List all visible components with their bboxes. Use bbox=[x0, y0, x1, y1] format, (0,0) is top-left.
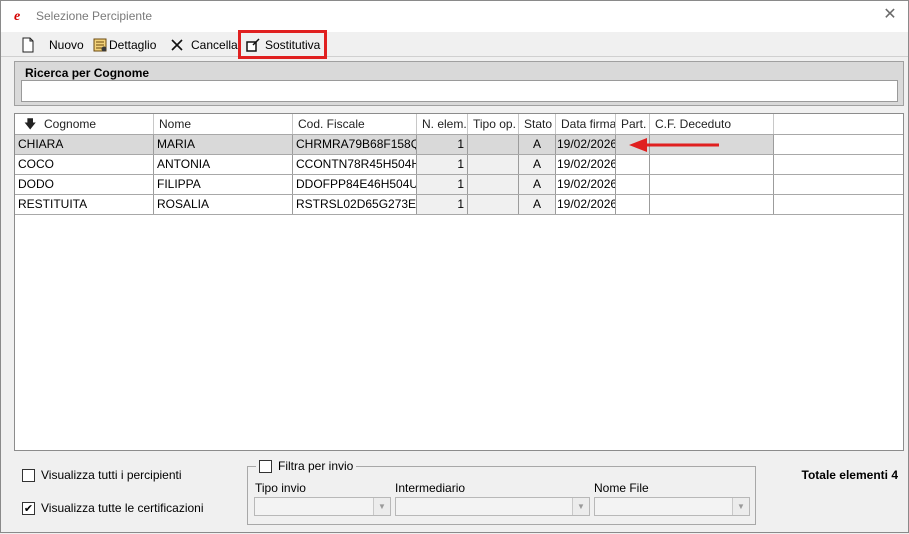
cell-cod-fiscale: CHRMRA79B68F158Q bbox=[293, 135, 417, 154]
show-all-recipients-label: Visualizza tutti i percipienti bbox=[41, 468, 182, 482]
chevron-down-icon: ▼ bbox=[373, 498, 390, 515]
show-all-certifications-label: Visualizza tutte le certificazioni bbox=[41, 501, 204, 515]
cell-cf-deceduto bbox=[650, 175, 774, 194]
cell-part bbox=[616, 175, 650, 194]
cell-cognome: RESTITUITA bbox=[15, 195, 154, 214]
search-surname-input[interactable] bbox=[21, 80, 898, 102]
show-all-recipients-checkbox[interactable]: Visualizza tutti i percipienti bbox=[22, 468, 182, 482]
search-panel: Ricerca per Cognome bbox=[14, 61, 904, 106]
intermediario-select[interactable]: ▼ bbox=[395, 497, 590, 516]
cell-cf-deceduto bbox=[650, 155, 774, 174]
cell-data-firma: 19/02/2026 bbox=[556, 195, 616, 214]
new-document-icon bbox=[22, 37, 34, 53]
cell-cognome: DODO bbox=[15, 175, 154, 194]
close-button[interactable]: ✕ bbox=[882, 7, 898, 23]
detail-button[interactable]: Dettaglio bbox=[92, 36, 156, 54]
cell-cognome: COCO bbox=[15, 155, 154, 174]
cell-empty bbox=[774, 135, 903, 154]
selezione-percipiente-window: e Selezione Percipiente ✕ Nuovo Dettagli… bbox=[0, 0, 909, 533]
sort-down-arrow-icon: 🡇 bbox=[24, 117, 37, 131]
cell-tipo-op bbox=[468, 195, 519, 214]
cell-cod-fiscale: RSTRSL02D65G273E bbox=[293, 195, 417, 214]
bottom-panel: Visualizza tutti i percipienti ✔ Visuali… bbox=[1, 456, 908, 534]
tipo-invio-select[interactable]: ▼ bbox=[254, 497, 391, 516]
tipo-invio-label: Tipo invio bbox=[255, 481, 306, 495]
checkbox-box-checked[interactable]: ✔ bbox=[22, 501, 35, 515]
cell-nome: FILIPPA bbox=[154, 175, 293, 194]
new-button-label: Nuovo bbox=[49, 38, 84, 52]
title-bar: e Selezione Percipiente ✕ bbox=[1, 1, 908, 32]
column-header-part[interactable]: Part. bbox=[616, 114, 650, 134]
window-title: Selezione Percipiente bbox=[36, 9, 153, 23]
cell-nome: ROSALIA bbox=[154, 195, 293, 214]
checkbox-box[interactable] bbox=[22, 468, 35, 482]
column-header-nome[interactable]: Nome bbox=[154, 114, 293, 134]
column-header-cognome[interactable]: 🡇 Cognome bbox=[15, 114, 154, 134]
delete-x-icon bbox=[171, 39, 183, 51]
cell-cf-deceduto bbox=[650, 195, 774, 214]
table-row[interactable]: DODO FILIPPA DDOFPP84E46H504U 1 A 19/02/… bbox=[15, 175, 903, 195]
column-header-tipo-op[interactable]: Tipo op. bbox=[468, 114, 519, 134]
search-label: Ricerca per Cognome bbox=[25, 66, 150, 80]
filter-by-send-label: Filtra per invio bbox=[278, 459, 354, 473]
app-logo-icon: e bbox=[14, 9, 21, 24]
toolbar: Nuovo Dettaglio Cancella Sostitutiva bbox=[1, 33, 908, 57]
chevron-down-icon: ▼ bbox=[572, 498, 589, 515]
cell-nome: MARIA bbox=[154, 135, 293, 154]
cell-cognome: CHIARA bbox=[15, 135, 154, 154]
cell-cod-fiscale: DDOFPP84E46H504U bbox=[293, 175, 417, 194]
cell-part bbox=[616, 195, 650, 214]
cell-stato: A bbox=[519, 175, 556, 194]
table-row[interactable]: CHIARA MARIA CHRMRA79B68F158Q 1 A 19/02/… bbox=[15, 135, 903, 155]
cell-tipo-op bbox=[468, 175, 519, 194]
total-elements: Totale elementi 4 bbox=[801, 468, 898, 482]
column-header-cf-deceduto[interactable]: C.F. Deceduto bbox=[650, 114, 774, 134]
cell-n-elem: 1 bbox=[417, 155, 468, 174]
chevron-down-icon: ▼ bbox=[732, 498, 749, 515]
cell-data-firma: 19/02/2026 bbox=[556, 175, 616, 194]
delete-button[interactable]: Cancella bbox=[169, 36, 238, 54]
cell-tipo-op bbox=[468, 135, 519, 154]
cell-n-elem: 1 bbox=[417, 135, 468, 154]
column-header-data-firma[interactable]: Data firma bbox=[556, 114, 616, 134]
cell-stato: A bbox=[519, 195, 556, 214]
red-arrow-annotation-icon bbox=[629, 138, 719, 152]
checkbox-box[interactable] bbox=[259, 459, 272, 473]
cell-nome: ANTONIA bbox=[154, 155, 293, 174]
cell-tipo-op bbox=[468, 155, 519, 174]
column-header-cod-fiscale[interactable]: Cod. Fiscale bbox=[293, 114, 417, 134]
table-header: 🡇 Cognome Nome Cod. Fiscale N. elem. Tipo… bbox=[15, 114, 903, 135]
new-button[interactable]: Nuovo bbox=[20, 36, 84, 54]
table-row[interactable]: RESTITUITA ROSALIA RSTRSL02D65G273E 1 A … bbox=[15, 195, 903, 215]
substitute-highlight-annotation bbox=[238, 30, 327, 59]
cell-stato: A bbox=[519, 155, 556, 174]
detail-button-label: Dettaglio bbox=[109, 38, 157, 52]
column-header-stato[interactable]: Stato bbox=[519, 114, 556, 134]
nome-file-select[interactable]: ▼ bbox=[594, 497, 750, 516]
cell-data-firma: 19/02/2026 bbox=[556, 135, 616, 154]
filter-by-send-checkbox[interactable]: Filtra per invio bbox=[256, 459, 357, 473]
cell-n-elem: 1 bbox=[417, 175, 468, 194]
table-row[interactable]: COCO ANTONIA CCONTN78R45H504H 1 A 19/02/… bbox=[15, 155, 903, 175]
cell-part bbox=[616, 155, 650, 174]
column-header-n-elem[interactable]: N. elem. bbox=[417, 114, 468, 134]
show-all-certifications-checkbox[interactable]: ✔ Visualizza tutte le certificazioni bbox=[22, 501, 204, 515]
cell-stato: A bbox=[519, 135, 556, 154]
filter-group: Filtra per invio Tipo invio Intermediari… bbox=[247, 459, 756, 525]
cell-n-elem: 1 bbox=[417, 195, 468, 214]
recipients-table: 🡇 Cognome Nome Cod. Fiscale N. elem. Tipo… bbox=[14, 113, 904, 451]
scroll-detail-icon bbox=[93, 38, 107, 52]
delete-button-label: Cancella bbox=[191, 38, 238, 52]
nome-file-label: Nome File bbox=[594, 481, 649, 495]
intermediario-label: Intermediario bbox=[395, 481, 466, 495]
cell-cod-fiscale: CCONTN78R45H504H bbox=[293, 155, 417, 174]
cell-data-firma: 19/02/2026 bbox=[556, 155, 616, 174]
